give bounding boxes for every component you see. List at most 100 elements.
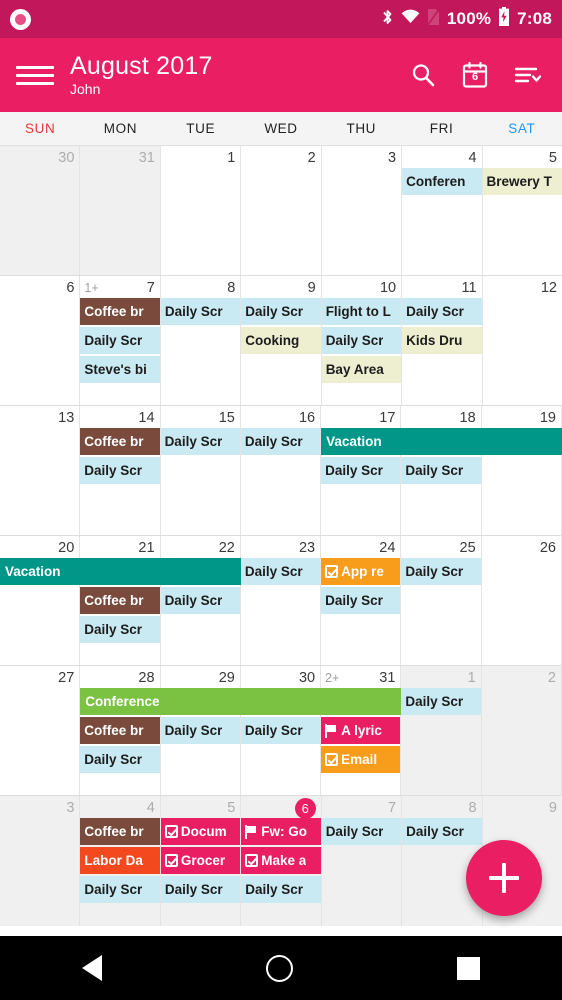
calendar-day-cell[interactable]: 8 Daily Scr (160, 276, 242, 405)
calendar-day-cell[interactable]: 4 Coffee br Labor Da Daily Scr (80, 796, 161, 926)
calendar-day-cell[interactable]: 17 Daily Scr (321, 406, 402, 535)
event-chip[interactable]: Daily Scr (80, 616, 160, 643)
event-chip[interactable]: Daily Scr (160, 428, 240, 455)
event-chip[interactable]: Steve's bi (80, 356, 160, 383)
calendar-day-cell[interactable]: 22 Daily Scr (160, 536, 241, 665)
calendar-day-cell[interactable]: 1 Daily Scr (401, 666, 482, 795)
calendar-day-cell[interactable]: 5 Brewery T (482, 146, 562, 275)
event-chip[interactable]: Daily Scr (240, 428, 321, 455)
event-chip[interactable]: Daily Scr (80, 746, 160, 773)
calendar-day-cell[interactable]: 3 (321, 146, 403, 275)
calendar-day-cell[interactable]: 14 Coffee br Daily Scr (80, 406, 161, 535)
calendar-day-cell[interactable]: 24 App re Daily Scr (321, 536, 402, 665)
event-chip[interactable]: Coffee br (80, 428, 160, 455)
event-chip[interactable]: Daily Scr (240, 717, 321, 744)
event-title: Daily Scr (164, 434, 223, 449)
event-chip[interactable]: Daily Scr (160, 876, 241, 903)
calendar-day-cell[interactable]: 29 Daily Scr (160, 666, 241, 795)
event-chip[interactable]: Daily Scr (160, 717, 240, 744)
event-chip[interactable]: App re (321, 558, 401, 585)
calendar-day-cell[interactable]: 28 Coffee br Daily Scr (80, 666, 161, 795)
calendar-day-cell[interactable]: 1+ 7 Coffee br Daily Scr Steve's bi (80, 276, 161, 405)
event-chip[interactable]: Daily Scr (80, 876, 160, 903)
filter-sort-icon[interactable] (514, 64, 542, 86)
event-chip[interactable]: Daily Scr (80, 327, 160, 354)
calendar-day-cell[interactable]: 2 (241, 146, 322, 275)
event-chip[interactable]: Make a (241, 847, 321, 874)
event-chip[interactable]: Daily Scr (401, 558, 481, 585)
event-chip[interactable]: Coffee br (80, 818, 160, 845)
calendar-day-cell[interactable]: 5 Docum Grocer Daily Scr (160, 796, 242, 926)
calendar-day-cell[interactable]: 10 Flight to L Daily Scr Bay Area (321, 276, 403, 405)
event-chip[interactable]: Conferen (402, 168, 482, 195)
calendar-day-cell[interactable]: 6 (0, 276, 81, 405)
calendar-day-cell[interactable]: 18 Daily Scr (401, 406, 482, 535)
calendar-grid: 30 31 1 2 3 4 Conferen 5 Brewery T 6 1+ 7 Coffee br D… (0, 146, 562, 926)
hamburger-menu-icon[interactable] (14, 60, 56, 91)
more-events-badge[interactable]: 2+ (325, 669, 339, 687)
event-chip[interactable]: Fw: Go (241, 818, 321, 845)
calendar-day-cell[interactable]: 19 (481, 406, 562, 535)
event-chip[interactable]: Bay Area (321, 356, 402, 383)
event-chip[interactable]: Daily Scr (401, 688, 481, 715)
calendar-day-cell[interactable]: 11 Daily Scr Kids Dru (402, 276, 483, 405)
back-triangle-icon[interactable] (82, 955, 102, 981)
event-chip[interactable]: Daily Scr (241, 298, 321, 325)
calendar-day-cell[interactable]: 3 (0, 796, 81, 926)
event-chip[interactable]: Daily Scr (241, 876, 321, 903)
event-chip[interactable]: Docum (160, 818, 241, 845)
event-chip[interactable]: Coffee br (80, 717, 160, 744)
multi-day-event-bar[interactable]: Vacation (0, 558, 241, 585)
recents-square-icon[interactable] (457, 956, 480, 980)
event-chip[interactable]: Daily Scr (80, 457, 160, 484)
event-chip[interactable]: Daily Scr (321, 327, 402, 354)
calendar-day-cell[interactable]: 7 Daily Scr (321, 796, 403, 926)
calendar-day-cell[interactable]: 27 (0, 666, 81, 795)
calendar-day-cell[interactable]: 30 Daily Scr (240, 666, 322, 795)
calendar-day-cell[interactable]: 31 (80, 146, 161, 275)
multi-day-event-bar[interactable]: Vacation (321, 428, 562, 455)
calendar-day-cell[interactable]: 13 (0, 406, 81, 535)
event-chip[interactable]: Kids Dru (402, 327, 482, 354)
calendar-day-cell[interactable]: 30 (0, 146, 81, 275)
calendar-day-cell[interactable]: 1 (160, 146, 242, 275)
event-chip[interactable]: Daily Scr (160, 587, 240, 614)
calendar-day-cell[interactable]: 6 Fw: Go Make a Daily Scr (241, 796, 322, 926)
event-chip[interactable]: A lyric (321, 717, 401, 744)
event-chip[interactable]: Daily Scr (321, 818, 402, 845)
calendar-day-cell[interactable]: 4 Conferen (402, 146, 483, 275)
calendar-day-cell[interactable]: 21 Coffee br Daily Scr (80, 536, 161, 665)
event-chip[interactable]: Daily Scr (240, 558, 321, 585)
calendar-day-cell[interactable]: 12 (482, 276, 562, 405)
calendar-day-cell[interactable]: 26 (481, 536, 562, 665)
day-number: 9 (548, 800, 557, 816)
event-chip[interactable]: Email (321, 746, 401, 773)
event-chip[interactable]: Daily Scr (160, 298, 241, 325)
event-chip[interactable]: Labor Da (80, 847, 160, 874)
multi-day-event-bar[interactable]: Conference (80, 688, 402, 715)
calendar-day-cell[interactable]: 23 Daily Scr (240, 536, 322, 665)
event-chip[interactable]: Grocer (160, 847, 241, 874)
event-chip[interactable]: Daily Scr (402, 298, 482, 325)
calendar-day-cell[interactable]: 2 (481, 666, 562, 795)
home-circle-icon[interactable] (266, 954, 293, 982)
event-chip[interactable]: Daily Scr (321, 587, 401, 614)
event-chip[interactable]: Cooking (241, 327, 321, 354)
calendar-day-cell[interactable]: 9 Daily Scr Cooking (241, 276, 322, 405)
calendar-day-cell[interactable]: 16 Daily Scr (240, 406, 322, 535)
event-chip[interactable]: Daily Scr (401, 457, 481, 484)
calendar-day-cell[interactable]: 15 Daily Scr (160, 406, 241, 535)
calendar-day-cell[interactable]: 25 Daily Scr (401, 536, 482, 665)
event-chip[interactable]: Coffee br (80, 587, 160, 614)
more-events-badge[interactable]: 1+ (84, 279, 98, 297)
event-chip[interactable]: Daily Scr (321, 457, 401, 484)
search-icon[interactable] (410, 62, 436, 88)
event-chip[interactable]: Coffee br (80, 298, 160, 325)
calendar-today-icon[interactable]: 6 (462, 62, 488, 88)
calendar-day-cell[interactable]: 20 (0, 536, 81, 665)
event-chip[interactable]: Daily Scr (402, 818, 482, 845)
add-event-fab[interactable] (466, 840, 542, 916)
calendar-day-cell[interactable]: 2+ 31 A lyric Email (321, 666, 402, 795)
event-chip[interactable]: Flight to L (321, 298, 402, 325)
event-chip[interactable]: Brewery T (482, 168, 562, 195)
